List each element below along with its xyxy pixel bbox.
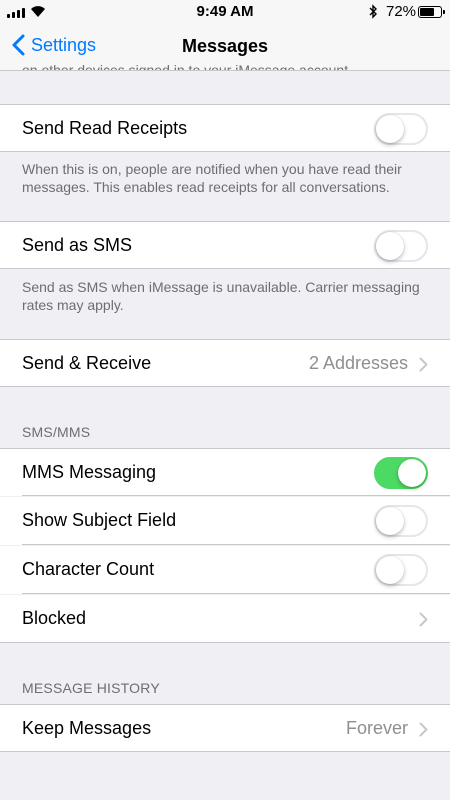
character-count-row: Character Count: [0, 546, 450, 594]
send-read-receipts-toggle[interactable]: [374, 113, 428, 145]
keep-messages-row[interactable]: Keep Messages Forever: [0, 704, 450, 752]
send-read-receipts-row: Send Read Receipts: [0, 104, 450, 152]
mms-messaging-row: MMS Messaging: [0, 448, 450, 496]
keep-messages-detail: Forever: [345, 718, 408, 738]
battery-icon: [418, 6, 445, 18]
send-receive-row[interactable]: Send & Receive 2 Addresses: [0, 339, 450, 387]
character-count-toggle[interactable]: [374, 554, 428, 586]
chevron-right-icon: [419, 612, 428, 627]
character-count-label: Character Count: [22, 559, 155, 579]
navigation-bar: on other devices signed in to your iMess…: [0, 24, 450, 71]
status-time: 9:49 AM: [196, 3, 254, 20]
battery-fill: [420, 8, 435, 16]
send-as-sms-row: Send as SMS: [0, 221, 450, 269]
send-as-sms-label: Send as SMS: [22, 235, 133, 255]
battery-percent: 72%: [386, 3, 417, 20]
sms-mms-section-header: SMS/MMS: [22, 424, 91, 440]
mms-messaging-label: MMS Messaging: [22, 462, 157, 482]
bluetooth-icon: [369, 4, 377, 19]
send-receive-detail: 2 Addresses: [308, 353, 408, 373]
chevron-right-icon: [419, 722, 428, 737]
send-as-sms-toggle[interactable]: [374, 230, 428, 262]
show-subject-field-toggle[interactable]: [374, 505, 428, 537]
blocked-label: Blocked: [22, 608, 87, 628]
blocked-row[interactable]: Blocked: [0, 595, 450, 643]
send-as-sms-footer: Send as SMS when iMessage is unavailable…: [22, 279, 420, 313]
show-subject-field-label: Show Subject Field: [22, 510, 177, 530]
send-read-receipts-label: Send Read Receipts: [22, 118, 188, 138]
page-title: Messages: [181, 36, 269, 56]
message-history-section-header: MESSAGE HISTORY: [22, 680, 160, 696]
send-receive-label: Send & Receive: [22, 353, 152, 373]
read-receipts-footer: When this is on, people are notified whe…: [22, 161, 402, 195]
keep-messages-label: Keep Messages: [22, 718, 152, 738]
show-subject-field-row: Show Subject Field: [0, 497, 450, 545]
status-bar: 9:49 AM 72%: [0, 0, 450, 24]
scrolled-footer-text: on other devices signed in to your iMess…: [22, 62, 352, 71]
chevron-right-icon: [419, 357, 428, 372]
mms-messaging-toggle[interactable]: [374, 457, 428, 489]
